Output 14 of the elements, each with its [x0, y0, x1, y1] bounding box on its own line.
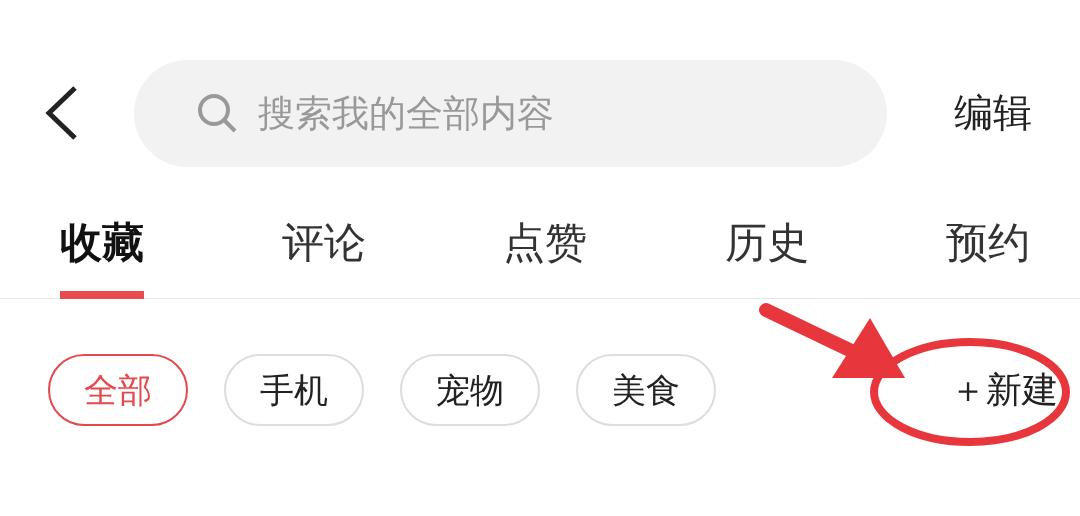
new-button[interactable]: ＋新建 — [950, 363, 1058, 417]
filter-chip[interactable]: 全部 — [48, 354, 188, 426]
tab[interactable]: 收藏 — [60, 186, 144, 299]
tab[interactable]: 点赞 — [503, 186, 587, 299]
tab[interactable]: 历史 — [724, 186, 809, 299]
search-icon — [196, 91, 238, 134]
edit-button[interactable]: 编辑 — [954, 83, 1032, 143]
back-icon[interactable] — [44, 85, 78, 141]
filter-chip[interactable]: 美食 — [576, 354, 716, 426]
search-field[interactable]: 搜索我的全部内容 — [134, 59, 887, 167]
filter-chip[interactable]: 手机 — [224, 354, 364, 426]
tab[interactable]: 预约 — [946, 186, 1030, 299]
filter-chip[interactable]: 宠物 — [400, 354, 540, 426]
tab[interactable]: 评论 — [281, 186, 366, 299]
